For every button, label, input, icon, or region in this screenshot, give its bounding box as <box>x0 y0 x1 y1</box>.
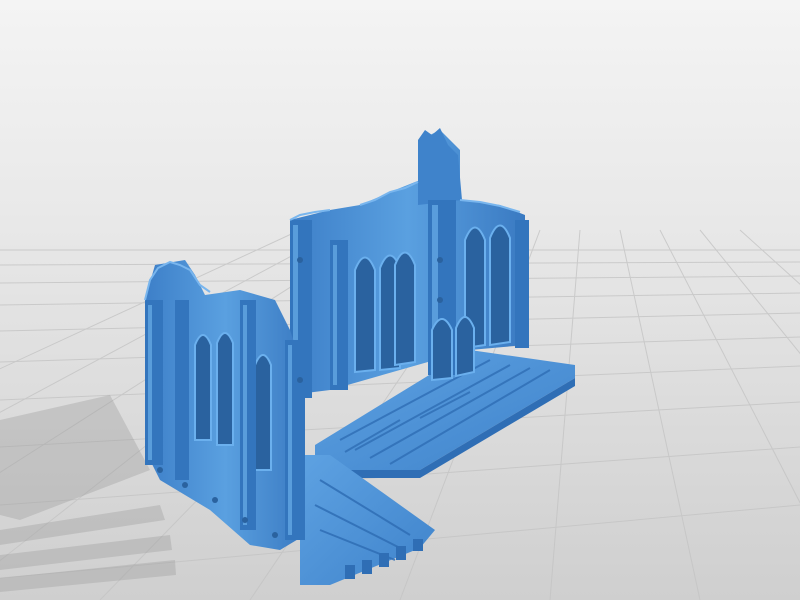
scene-svg <box>0 0 800 600</box>
3d-viewport[interactable] <box>0 0 800 600</box>
